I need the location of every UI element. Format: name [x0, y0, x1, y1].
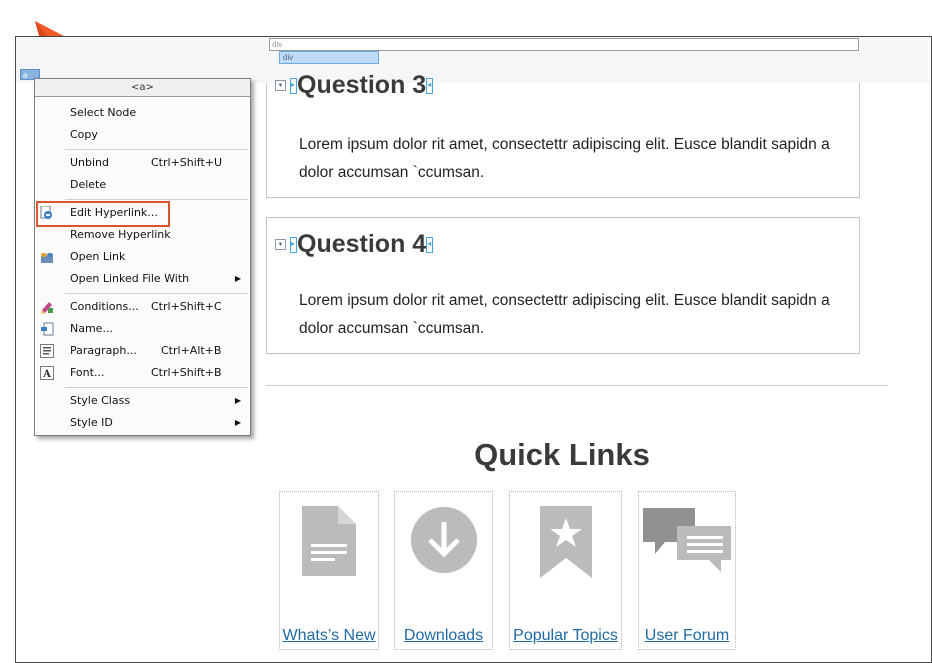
menu-item-font[interactable]: A Font... Ctrl+Shift+B [35, 362, 250, 384]
menu-item-conditions[interactable]: Conditions... Ctrl+Shift+C [35, 296, 250, 318]
menu-item-select-node[interactable]: Select Node [35, 102, 250, 124]
menu-item-label: Style Class [70, 394, 131, 407]
highlight-callout [36, 201, 170, 227]
menu-item-shortcut: Ctrl+Shift+U [151, 156, 223, 169]
submenu-arrow-icon: ▶ [234, 418, 241, 427]
submenu-arrow-icon: ▶ [234, 274, 241, 283]
question-body: Lorem ipsum dolor rit amet, consectettr … [299, 292, 830, 337]
menu-item-shortcut: Ctrl+Shift+C [151, 300, 222, 313]
section-divider [266, 385, 888, 386]
menu-item-copy[interactable]: Copy [35, 124, 250, 146]
tag-end-marker: ◂ [426, 77, 434, 94]
menu-item-open-link[interactable]: Open Link [35, 246, 250, 268]
div-structure-tag[interactable]: div [269, 38, 859, 51]
question-3-block: ▼ ▸ Question 3 ◂ Lorem ipsum dolor rit a… [266, 71, 860, 198]
quick-link-tile[interactable]: Whats’s New [279, 491, 379, 650]
menu-separator [65, 149, 248, 150]
submenu-arrow-icon: ▶ [234, 396, 241, 405]
menu-item-label: Conditions... [70, 300, 139, 313]
menu-item-unbind[interactable]: Unbind Ctrl+Shift+U [35, 152, 250, 174]
menu-item-shortcut: Ctrl+Alt+B [161, 344, 222, 357]
question-title: Question 4 [297, 230, 427, 258]
whats-new-link[interactable]: Whats’s New [280, 627, 378, 645]
menu-item-style-id[interactable]: Style ID ▶ [35, 412, 250, 434]
menu-item-delete[interactable]: Delete [35, 174, 250, 196]
quick-link-tile[interactable]: User Forum [638, 491, 736, 650]
tag-start-marker: ▸ [290, 77, 297, 94]
context-menu: <a> Select Node Copy Unbind Ctrl+Shift+U… [34, 78, 251, 436]
structure-bar: div div a [16, 37, 929, 83]
document-icon [302, 506, 356, 576]
menu-item-label: Open Link [70, 250, 126, 263]
menu-item-label: Paragraph... [70, 344, 137, 357]
menu-item-paragraph[interactable]: Paragraph... Ctrl+Alt+B [35, 340, 250, 362]
question-4-heading: ▼ ▸ Question 4 ◂ [275, 230, 434, 259]
question-3-heading: ▼ ▸ Question 3 ◂ [275, 71, 434, 100]
menu-item-label: Select Node [70, 106, 137, 119]
download-icon [410, 507, 477, 573]
tag-end-marker: ◂ [426, 236, 434, 253]
quick-links-title: Quick Links [474, 437, 650, 472]
menu-item-name[interactable]: Name... [35, 318, 250, 340]
quick-link-tile[interactable]: Downloads [394, 491, 493, 650]
menu-item-label: Remove Hyperlink [70, 228, 171, 241]
svg-text:A: A [42, 369, 51, 380]
question-title: Question 3 [297, 71, 427, 99]
menu-item-label: Name... [70, 322, 113, 335]
paragraph-icon [40, 344, 54, 358]
menu-item-style-class[interactable]: Style Class ▶ [35, 390, 250, 412]
menu-separator [65, 199, 248, 200]
downloads-link[interactable]: Downloads [395, 627, 492, 645]
collapse-icon[interactable]: ▼ [275, 239, 286, 250]
chat-bubbles-icon [643, 508, 731, 572]
menu-separator [65, 387, 248, 388]
menu-item-shortcut: Ctrl+Shift+B [151, 366, 222, 379]
menu-header: <a> [35, 79, 250, 97]
menu-item-label: Copy [70, 128, 98, 141]
quick-link-tile[interactable]: Popular Topics [509, 491, 622, 650]
popular-topics-link[interactable]: Popular Topics [510, 627, 621, 645]
name-icon [41, 322, 54, 336]
font-icon: A [40, 366, 54, 380]
menu-separator [65, 293, 248, 294]
menu-item-label: Open Linked File With [70, 272, 190, 285]
tag-start-marker: ▸ [290, 236, 297, 253]
open-link-icon [41, 253, 53, 263]
menu-item-label: Unbind [70, 156, 110, 169]
div-structure-tag-inner[interactable]: div [279, 51, 379, 64]
menu-item-label: Delete [70, 178, 107, 191]
menu-item-remove-hyperlink[interactable]: Remove Hyperlink [35, 224, 250, 246]
question-4-block: ▼ ▸ Question 4 ◂ Lorem ipsum dolor rit a… [266, 217, 860, 354]
conditions-icon [41, 302, 53, 314]
menu-item-open-linked-file-with[interactable]: Open Linked File With ▶ [35, 268, 250, 290]
user-forum-link[interactable]: User Forum [639, 627, 735, 645]
bookmark-star-icon [539, 506, 592, 578]
collapse-icon[interactable]: ▼ [275, 80, 286, 91]
menu-item-label: Font... [70, 366, 105, 379]
menu-item-label: Style ID [70, 416, 113, 429]
question-body: Lorem ipsum dolor rit amet, consectettr … [299, 136, 830, 181]
